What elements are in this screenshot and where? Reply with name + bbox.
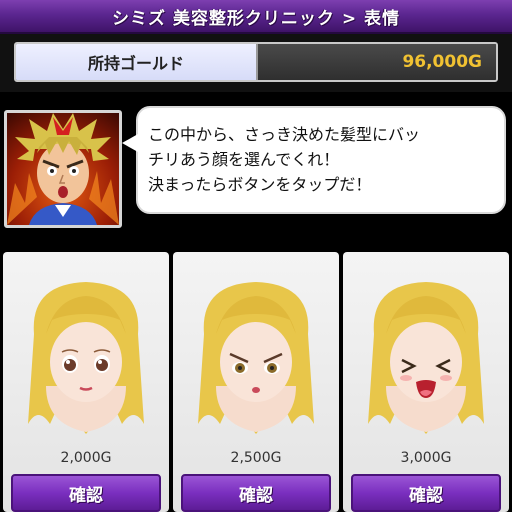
face-price: 2,000G (60, 450, 112, 466)
gold-value: 96,000G (258, 44, 496, 80)
face-card-laughing[interactable]: 3,000G 確認 (343, 252, 509, 512)
face-card-neutral[interactable]: 2,000G 確認 (3, 252, 169, 512)
speech-line: この中から、さっき決めた髪型にバッ (148, 125, 421, 144)
face-neutral-icon (28, 282, 144, 434)
gold-panel: 所持ゴールド 96,000G (0, 34, 512, 92)
spiky-hair-character-icon (7, 113, 119, 225)
npc-dialog: この中から、さっき決めた髪型にバッ チリあう顔を選んでくれ！ 決まったらボタンを… (0, 92, 512, 250)
header-bar: シミズ 美容整形クリニック > 表情 (0, 0, 512, 34)
gold-label: 所持ゴールド (16, 44, 258, 80)
page-title: シミズ 美容整形クリニック > 表情 (112, 8, 400, 29)
face-options: 2,000G 確認 2,500G 確認 3,000G 確認 (0, 250, 512, 512)
speech-bubble: この中から、さっき決めた髪型にバッ チリあう顔を選んでくれ！ 決まったらボタンを… (122, 106, 506, 214)
gold-bar: 所持ゴールド 96,000G (14, 42, 498, 82)
face-price: 2,500G (230, 450, 282, 466)
speech-line: チリあう顔を選んでくれ！ (148, 150, 340, 169)
confirm-button[interactable]: 確認 (181, 474, 331, 512)
face-laughing-icon (368, 282, 484, 434)
face-angry-icon (198, 282, 314, 434)
confirm-button[interactable]: 確認 (11, 474, 161, 512)
npc-portrait (4, 110, 122, 228)
face-price: 3,000G (400, 450, 452, 466)
face-card-angry[interactable]: 2,500G 確認 (173, 252, 339, 512)
speech-line: 決まったらボタンをタップだ！ (148, 175, 372, 194)
confirm-button[interactable]: 確認 (351, 474, 501, 512)
